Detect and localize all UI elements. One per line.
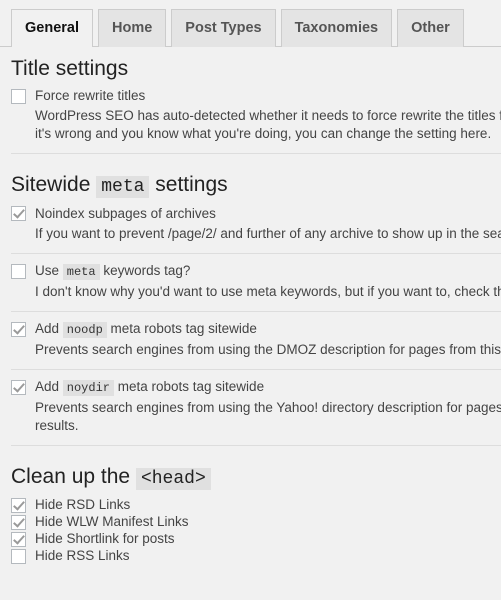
checkbox-row-noindex-subpages-of-archives[interactable]: Noindex subpages of archives [11,206,501,222]
field-description-force-rewrite-titles: WordPress SEO has auto-detected whether … [35,108,501,142]
field-description-add-noydir-meta-robots-tag-sitewide: Prevents search engines from using the Y… [35,399,501,433]
section-sitewide-meta-settings: Noindex subpages of archives If you want … [11,206,501,435]
field-description-noindex-subpages-of-archives: If you want to prevent /page/2/ and furt… [35,225,501,241]
checkbox-add-noodp-meta-robots-tag-sitewide[interactable] [11,321,26,337]
tab-bar: General Home Post Types Taxonomies Other [0,0,501,47]
section-heading-title-settings: Title settings [11,57,129,80]
code-token: noodp [62,321,107,338]
section-clean-up-the-head: Hide RSD Links Hide WLW Manifest Links Hid… [11,497,501,564]
code-token: noydir [62,379,114,396]
checkbox-hide-wlw-manifest-links[interactable] [11,514,26,530]
field-add-noydir-meta-robots-tag-sitewide: Add noydir meta robots tag sitewide Preve… [11,379,501,435]
field-noindex-subpages-of-archives: Noindex subpages of archives If you want … [11,206,501,243]
checkbox-row-hide-shortlink-for-posts[interactable]: Hide Shortlink for posts [11,531,501,547]
section-divider [11,444,501,446]
field-hide-shortlink-for-posts: Hide Shortlink for posts [11,531,501,547]
checkbox-hide-rss-links[interactable] [11,548,26,564]
code-token: meta [96,176,150,199]
settings-page: General Home Post Types Taxonomies Other Tit… [0,0,501,600]
checkbox-force-rewrite-titles[interactable] [11,88,26,104]
checkbox-hide-shortlink-for-posts[interactable] [11,531,26,547]
checkbox-label-hide-wlw-manifest-links: Hide WLW Manifest Links [35,514,189,530]
checkbox-label-add-noydir-meta-robots-tag-sitewide: Add noydir meta robots tag sitewide [35,378,265,396]
checkbox-noindex-subpages-of-archives[interactable] [11,206,26,222]
checkbox-row-add-noydir-meta-robots-tag-sitewide[interactable]: Add noydir meta robots tag sitewide [11,379,501,396]
checkbox-row-use-meta-keywords-tag[interactable]: Use meta keywords tag? [11,263,501,280]
field-description-add-noodp-meta-robots-tag-sitewide: Prevents search engines from using the D… [35,341,501,357]
section-heading-clean-up-the-head: Clean up the <head> [11,464,501,491]
tab-taxonomies[interactable]: Taxonomies [280,9,393,47]
field-force-rewrite-titles: Force rewrite titles WordPress SEO has au… [11,88,501,143]
section-heading-sitewide-meta-settings: Sitewide meta settings [11,173,228,199]
field-hide-rss-links: Hide RSS Links [11,548,501,564]
checkbox-label-use-meta-keywords-tag: Use meta keywords tag? [35,262,191,280]
tab-home[interactable]: Home [98,9,167,47]
field-hide-wlw-manifest-links: Hide WLW Manifest Links [11,514,501,530]
field-divider [11,252,501,254]
checkbox-row-hide-wlw-manifest-links[interactable]: Hide WLW Manifest Links [11,514,501,530]
checkbox-use-meta-keywords-tag[interactable] [11,263,26,279]
field-divider [11,368,501,370]
checkbox-hide-rsd-links[interactable] [11,497,26,513]
code-token: <head> [135,467,211,490]
code-token: meta [62,263,100,280]
checkbox-label-hide-rsd-links: Hide RSD Links [35,497,131,513]
checkbox-label-hide-shortlink-for-posts: Hide Shortlink for posts [35,531,175,547]
settings-content: Title settings Force rewrite titles WordPr… [0,56,501,564]
tab-general[interactable]: General [11,9,93,47]
checkbox-row-add-noodp-meta-robots-tag-sitewide[interactable]: Add noodp meta robots tag sitewide [11,321,501,338]
checkbox-add-noydir-meta-robots-tag-sitewide[interactable] [11,379,26,395]
tab-post-types[interactable]: Post Types [171,9,276,47]
checkbox-row-force-rewrite-titles[interactable]: Force rewrite titles [11,88,501,104]
section-title-settings: Force rewrite titles WordPress SEO has au… [11,88,501,143]
checkbox-label-hide-rss-links: Hide RSS Links [35,548,130,564]
checkbox-label-noindex-subpages-of-archives: Noindex subpages of archives [35,205,216,221]
checkbox-label-force-rewrite-titles: Force rewrite titles [35,88,146,104]
field-description-use-meta-keywords-tag: I don't know why you'd want to use meta … [35,283,501,299]
field-divider [11,310,501,312]
section-divider [11,153,501,155]
field-add-noodp-meta-robots-tag-sitewide: Add noodp meta robots tag sitewide Preven… [11,321,501,359]
field-hide-rsd-links: Hide RSD Links [11,497,501,513]
tab-other[interactable]: Other [397,9,464,47]
checkbox-label-add-noodp-meta-robots-tag-sitewide: Add noodp meta robots tag sitewide [35,320,257,338]
field-use-meta-keywords-tag: Use meta keywords tag? I don't know why y… [11,263,501,301]
checkbox-row-hide-rss-links[interactable]: Hide RSS Links [11,548,501,564]
checkbox-row-hide-rsd-links[interactable]: Hide RSD Links [11,497,501,513]
